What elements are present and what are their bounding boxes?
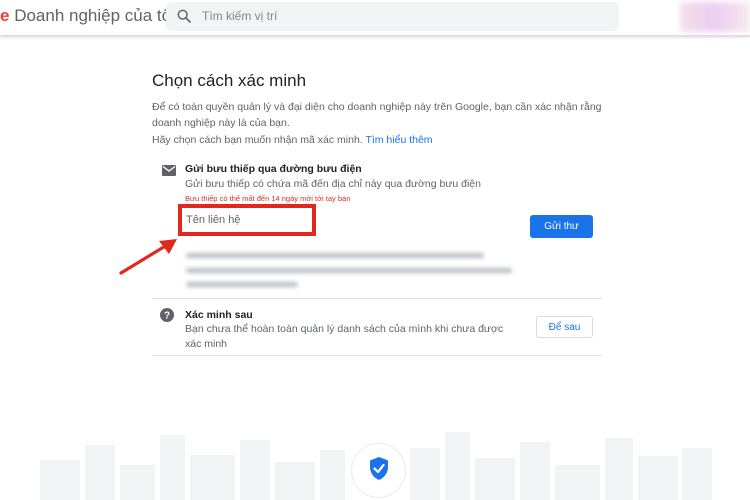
mail-icon xyxy=(162,165,176,176)
divider xyxy=(152,298,602,299)
shield-check-icon xyxy=(370,457,388,480)
app-brand[interactable]: e Doanh nghiệp của tôi xyxy=(0,6,175,26)
contact-name-field[interactable]: Tên liên hệ xyxy=(186,214,240,226)
learn-more-link[interactable]: Tìm hiểu thêm xyxy=(365,134,432,146)
address-line-blurred xyxy=(186,253,484,258)
app-name: Doanh nghiệp của tôi xyxy=(14,6,175,25)
account-avatar[interactable] xyxy=(680,2,750,32)
choose-instruction: Hãy chọn cách bạn muốn nhận mã xác minh.… xyxy=(152,134,433,146)
verify-later-description: Bạn chưa thể hoàn toàn quản lý danh sách… xyxy=(185,323,504,350)
postcard-warning: Bưu thiếp có thể mất đến 14 ngày mới tới… xyxy=(185,194,351,203)
postcard-option-description: Gửi bưu thiếp có chứa mã đến địa chỉ này… xyxy=(185,178,481,190)
help-icon: ? xyxy=(160,308,174,322)
page-title: Chọn cách xác minh xyxy=(152,71,307,90)
address-line-blurred xyxy=(186,268,512,273)
annotation-arrow xyxy=(119,239,177,275)
top-bar: e Doanh nghiệp của tôi Tìm kiếm vị trí xyxy=(0,0,750,36)
search-icon xyxy=(177,9,191,23)
choose-text: Hãy chọn cách bạn muốn nhận mã xác minh. xyxy=(152,134,363,146)
search-box[interactable]: Tìm kiếm vị trí xyxy=(166,2,619,31)
later-button[interactable]: Để sau xyxy=(536,316,593,338)
address-line-blurred xyxy=(186,282,298,287)
brand-logo-letter: e xyxy=(0,6,10,25)
send-mail-button[interactable]: Gửi thư xyxy=(530,215,593,238)
search-input[interactable]: Tìm kiếm vị trí xyxy=(202,9,277,23)
divider xyxy=(152,355,602,356)
page-description: Để có toàn quyền quản lý và đại diện cho… xyxy=(152,101,602,129)
verify-later-title: Xác minh sau xyxy=(185,309,253,321)
svg-text:?: ? xyxy=(164,311,170,322)
postcard-option-title: Gửi bưu thiếp qua đường bưu điện xyxy=(185,163,362,175)
